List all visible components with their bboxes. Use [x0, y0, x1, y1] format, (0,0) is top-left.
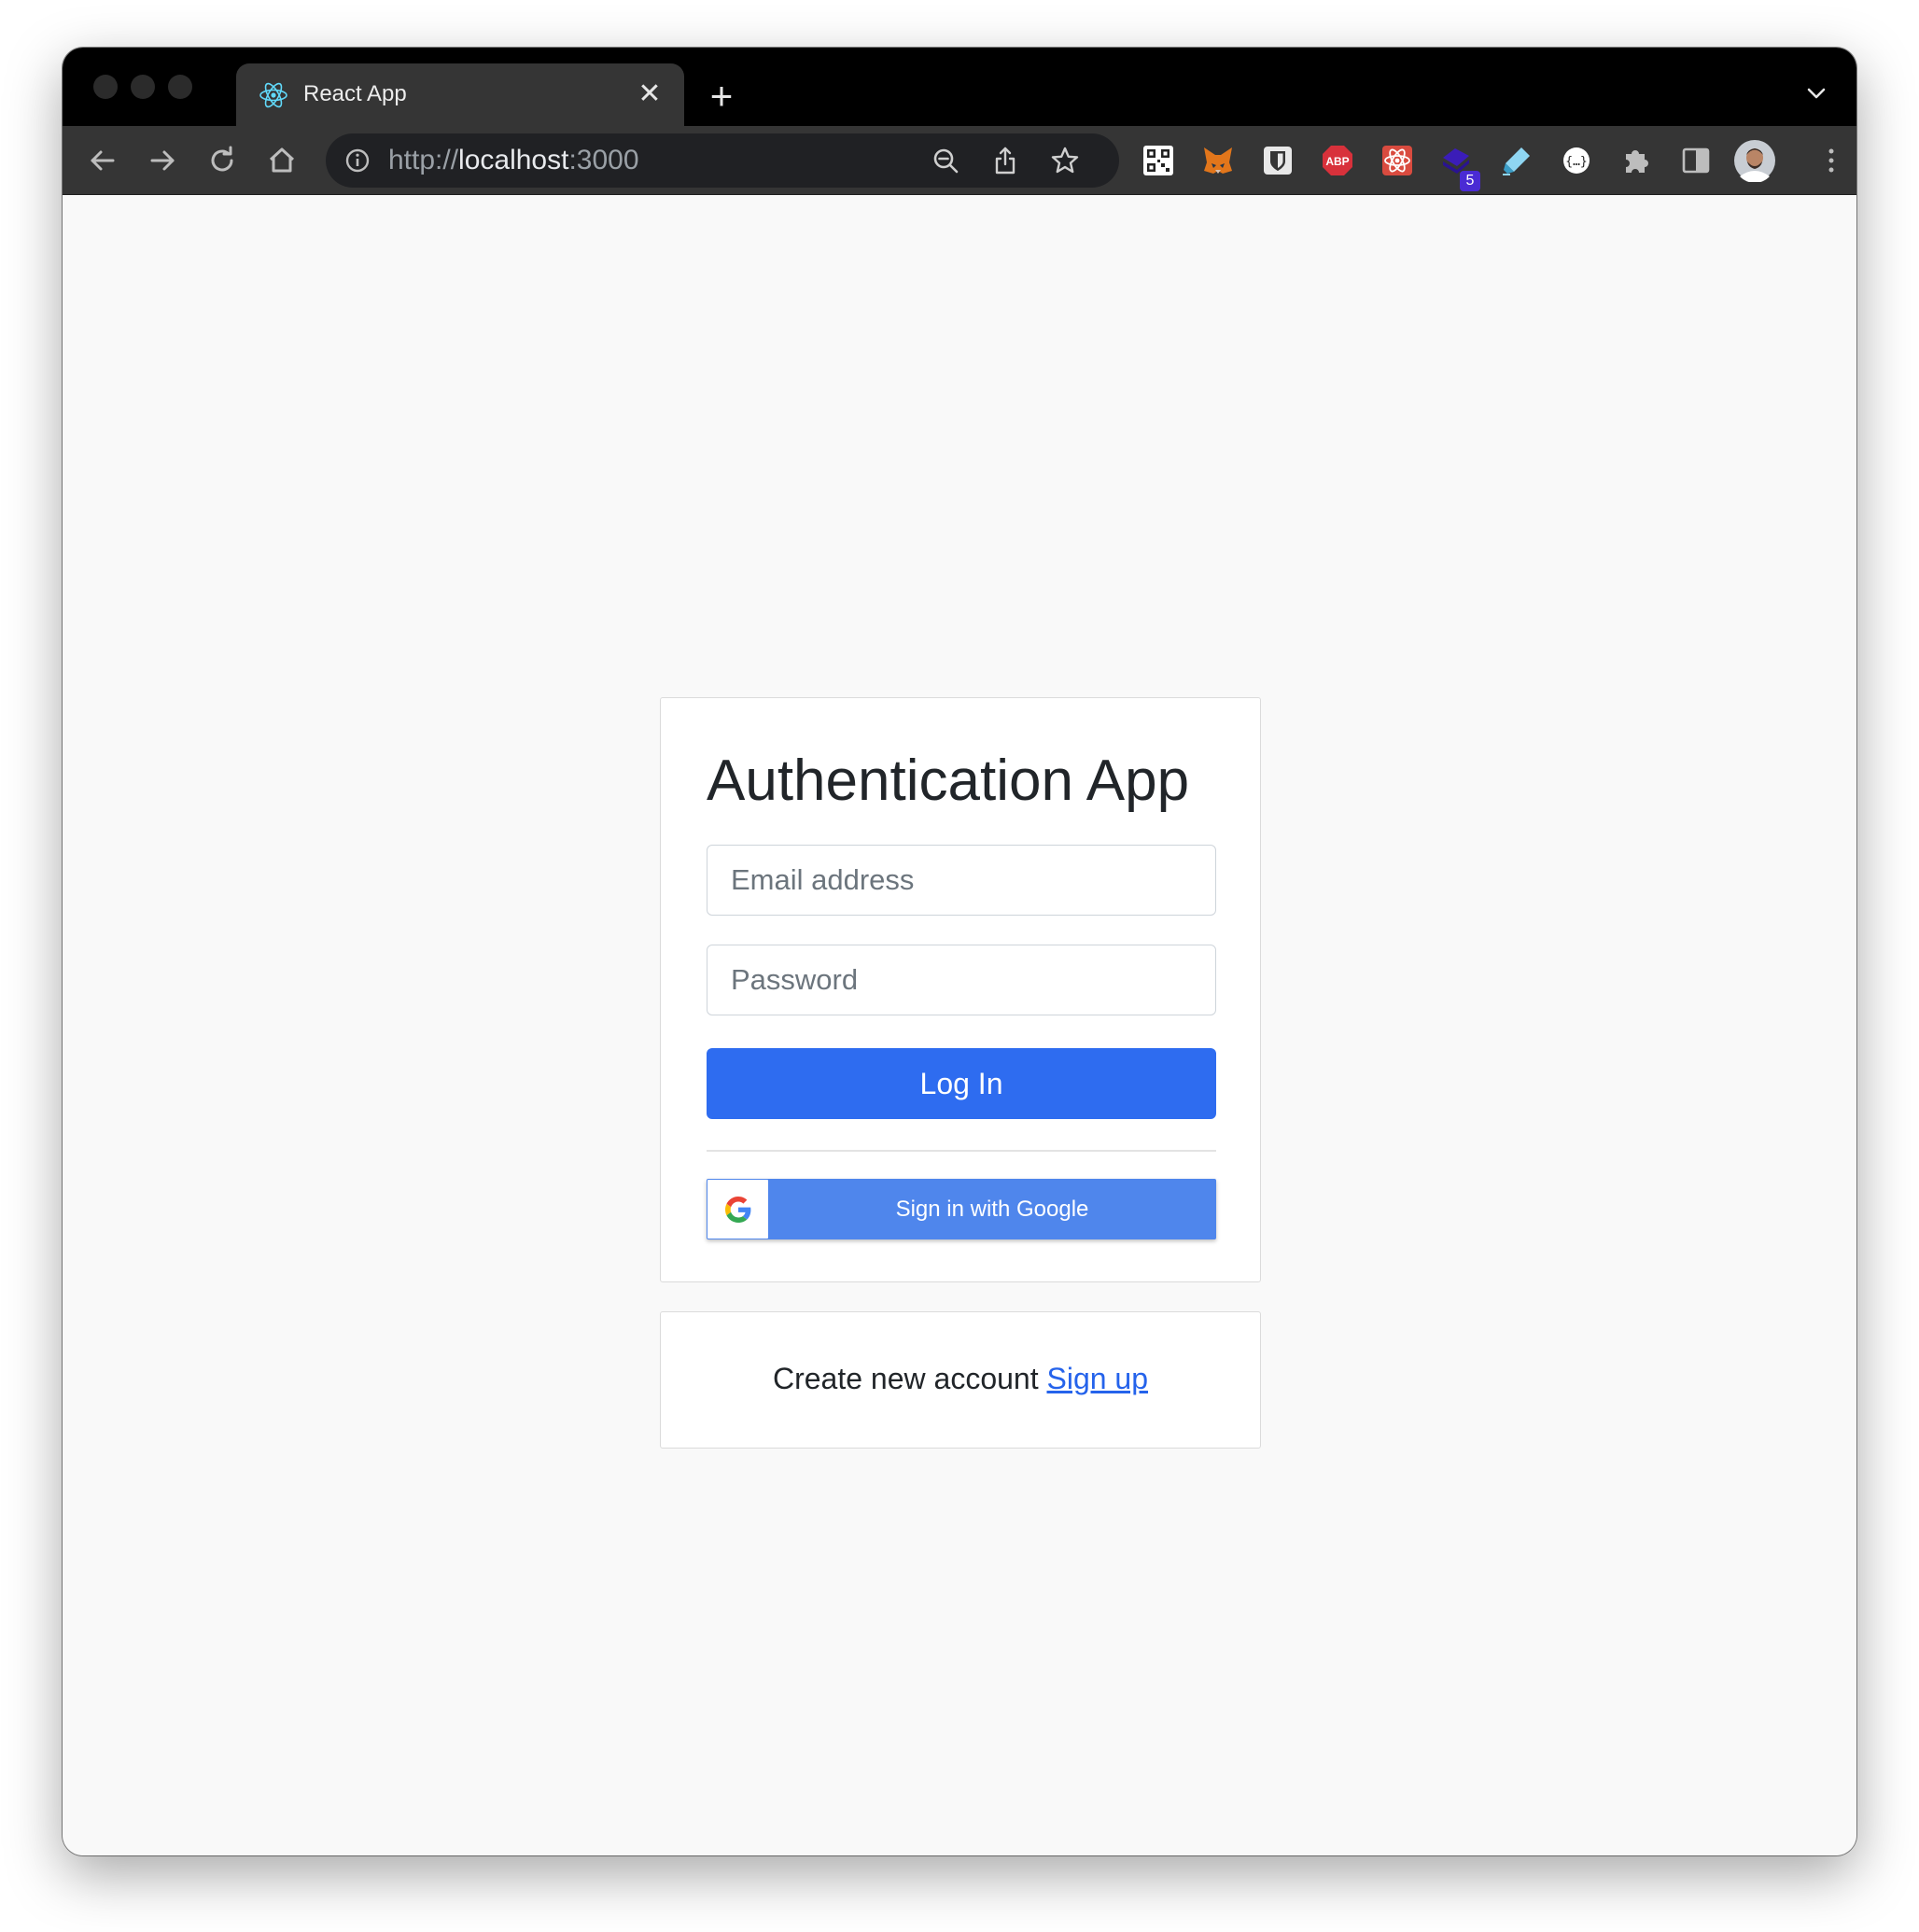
- close-tab-icon[interactable]: ✕: [634, 78, 665, 110]
- google-logo-icon: [725, 1197, 751, 1223]
- signup-card: Create new account Sign up: [660, 1311, 1261, 1449]
- zoom-out-icon[interactable]: [931, 146, 960, 175]
- signup-prompt-text: Create new account: [772, 1362, 1047, 1395]
- browser-window: React App ✕ + http://localhost:3000 ABP …: [63, 48, 1856, 1855]
- login-button[interactable]: Log In: [707, 1048, 1216, 1119]
- bitwarden-shield-icon[interactable]: [1260, 143, 1296, 178]
- qr-code-icon[interactable]: [1141, 143, 1176, 178]
- url-text[interactable]: http://localhost:3000: [388, 146, 639, 175]
- reload-icon[interactable]: [203, 142, 241, 179]
- divider: [707, 1150, 1216, 1152]
- browser-toolbar: http://localhost:3000 ABP 5 {…}: [63, 126, 1856, 195]
- svg-text:ABP: ABP: [1325, 155, 1349, 168]
- email-field[interactable]: [707, 845, 1216, 916]
- extension-badge-count: 5: [1460, 171, 1480, 191]
- close-window-button[interactable]: [93, 75, 118, 99]
- react-devtools-icon[interactable]: [1380, 143, 1415, 178]
- login-card: Authentication App Log In Sign in with G…: [660, 697, 1261, 1282]
- forward-arrow-icon[interactable]: [144, 142, 181, 179]
- metamask-fox-icon[interactable]: [1200, 143, 1236, 178]
- page-viewport: Authentication App Log In Sign in with G…: [63, 196, 1856, 1855]
- tab-search-chevron-icon[interactable]: [1802, 79, 1830, 107]
- maximize-window-button[interactable]: [168, 75, 192, 99]
- puzzle-icon[interactable]: [1618, 143, 1654, 178]
- side-panel-icon[interactable]: [1678, 143, 1714, 178]
- page-title: Authentication App: [707, 749, 1190, 813]
- google-sign-in-button[interactable]: Sign in with Google: [707, 1179, 1216, 1239]
- minimize-window-button[interactable]: [131, 75, 155, 99]
- react-logo-icon: [259, 82, 287, 108]
- tab-strip: React App ✕ +: [63, 48, 1856, 126]
- google-button-label: Sign in with Google: [895, 1197, 1089, 1222]
- url-host: localhost: [458, 145, 569, 175]
- new-tab-button[interactable]: +: [703, 77, 740, 116]
- signup-link[interactable]: Sign up: [1046, 1362, 1148, 1395]
- site-info-icon[interactable]: [344, 147, 371, 174]
- signup-prompt: Create new account Sign up: [661, 1360, 1260, 1397]
- adblock-plus-icon[interactable]: ABP: [1320, 143, 1355, 178]
- url-port: :3000: [568, 145, 639, 175]
- tab-react-app[interactable]: React App ✕: [236, 63, 684, 126]
- address-bar[interactable]: http://localhost:3000: [326, 133, 1119, 188]
- google-logo-container: [707, 1180, 768, 1239]
- share-icon[interactable]: [990, 146, 1020, 175]
- password-field[interactable]: [707, 945, 1216, 1015]
- home-icon[interactable]: [263, 142, 301, 179]
- bookmark-star-icon[interactable]: [1050, 146, 1080, 175]
- back-arrow-icon[interactable]: [84, 142, 121, 179]
- json-viewer-icon[interactable]: {…}: [1559, 143, 1594, 178]
- svg-text:{…}: {…}: [1565, 155, 1587, 169]
- url-scheme: http://: [388, 145, 459, 175]
- profile-avatar[interactable]: [1733, 139, 1776, 182]
- tab-title: React App: [303, 81, 407, 106]
- highlighter-icon[interactable]: [1499, 143, 1534, 178]
- browser-menu-icon[interactable]: [1814, 143, 1849, 178]
